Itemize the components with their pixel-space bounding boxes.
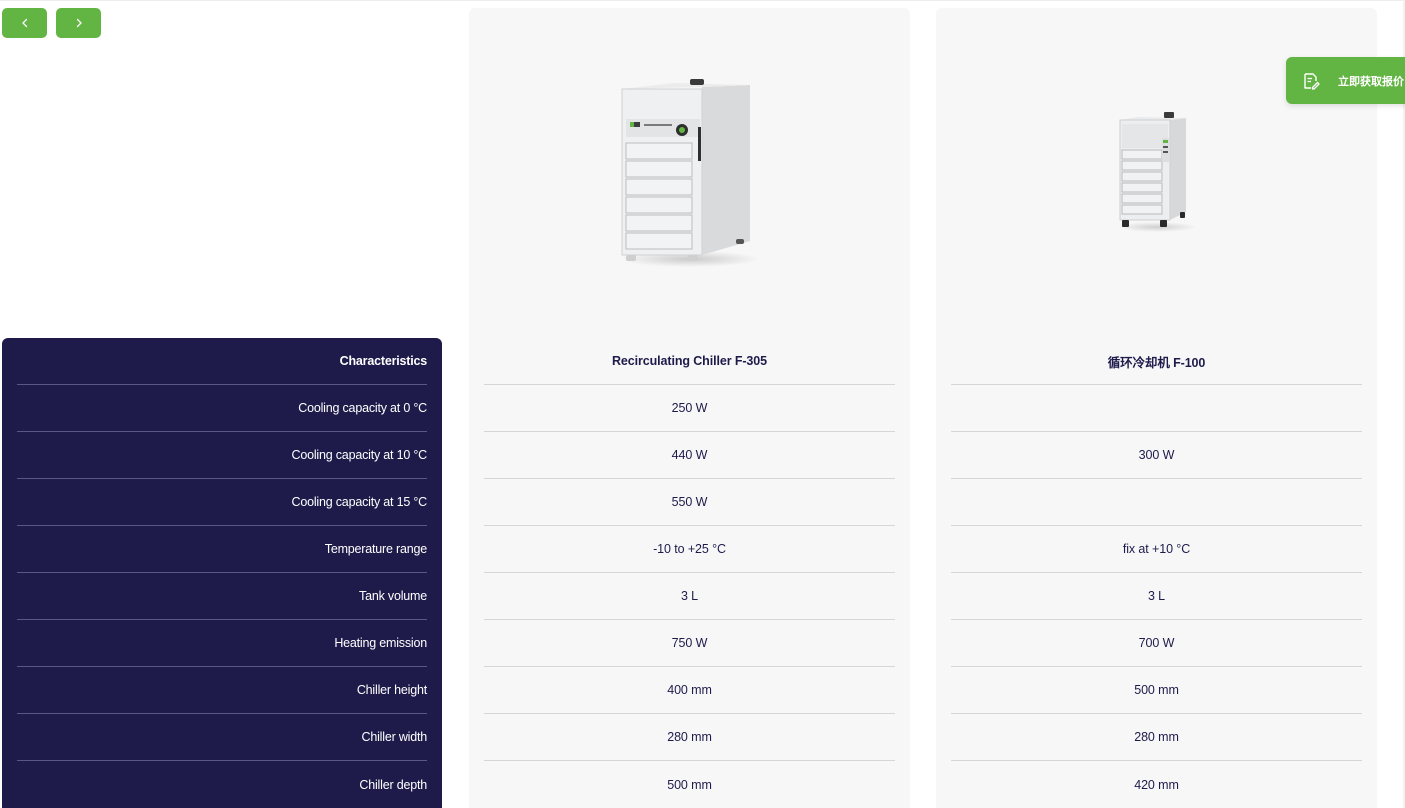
spec-value: 3 L	[951, 573, 1362, 620]
spec-value: -10 to +25 °C	[484, 526, 895, 573]
spec-value: 280 mm	[484, 714, 895, 761]
spec-value	[951, 385, 1362, 432]
chevron-right-icon	[76, 18, 82, 28]
characteristic-label: Cooling capacity at 0 °C	[17, 385, 427, 432]
characteristic-label: Chiller height	[17, 667, 427, 714]
spec-value: 420 mm	[1134, 777, 1179, 792]
spec-value: 550 W	[484, 479, 895, 526]
spec-value: 700 W	[951, 620, 1362, 667]
spec-value: 280 mm	[951, 714, 1362, 761]
previous-button[interactable]	[2, 8, 47, 38]
next-button[interactable]	[56, 8, 101, 38]
edit-document-icon	[1304, 72, 1320, 90]
spec-value: 500 mm	[951, 667, 1362, 714]
characteristic-label: Temperature range	[17, 526, 427, 573]
characteristic-label: Heating emission	[17, 620, 427, 667]
spec-value: 250 W	[484, 385, 895, 432]
spec-value: 500 mm	[667, 777, 712, 792]
characteristic-label: Tank volume	[17, 573, 427, 620]
characteristics-panel: Characteristics Cooling capacity at 0 °C…	[2, 338, 442, 808]
spec-value	[951, 479, 1362, 526]
spec-value: 400 mm	[484, 667, 895, 714]
product-name[interactable]: 循环冷却机 F-100	[951, 338, 1362, 385]
product-name[interactable]: Recirculating Chiller F-305	[484, 338, 895, 385]
spec-value: 3 L	[484, 573, 895, 620]
product-image-f305[interactable]	[469, 8, 910, 338]
characteristic-label: Cooling capacity at 10 °C	[17, 432, 427, 479]
get-quote-label: 立即获取报价	[1338, 75, 1404, 88]
top-divider	[0, 0, 1405, 1]
characteristic-label: Cooling capacity at 15 °C	[17, 479, 427, 526]
characteristic-label: Chiller width	[17, 714, 427, 761]
spec-value: 440 W	[484, 432, 895, 479]
product-card-f305: Recirculating Chiller F-305 250 W 440 W …	[469, 8, 910, 808]
chiller-f100-image	[1116, 112, 1197, 232]
chiller-f305-image	[619, 79, 760, 267]
get-quote-button[interactable]: 立即获取报价	[1286, 57, 1405, 104]
spec-value: fix at +10 °C	[951, 526, 1362, 573]
product-card-f100: 循环冷却机 F-100 300 W fix at +10 °C 3 L 700 …	[936, 8, 1377, 808]
characteristics-header: Characteristics	[17, 338, 427, 385]
spec-value: 750 W	[484, 620, 895, 667]
characteristic-label: Chiller depth	[359, 777, 427, 792]
spec-value: 300 W	[951, 432, 1362, 479]
chevron-left-icon	[21, 18, 27, 28]
